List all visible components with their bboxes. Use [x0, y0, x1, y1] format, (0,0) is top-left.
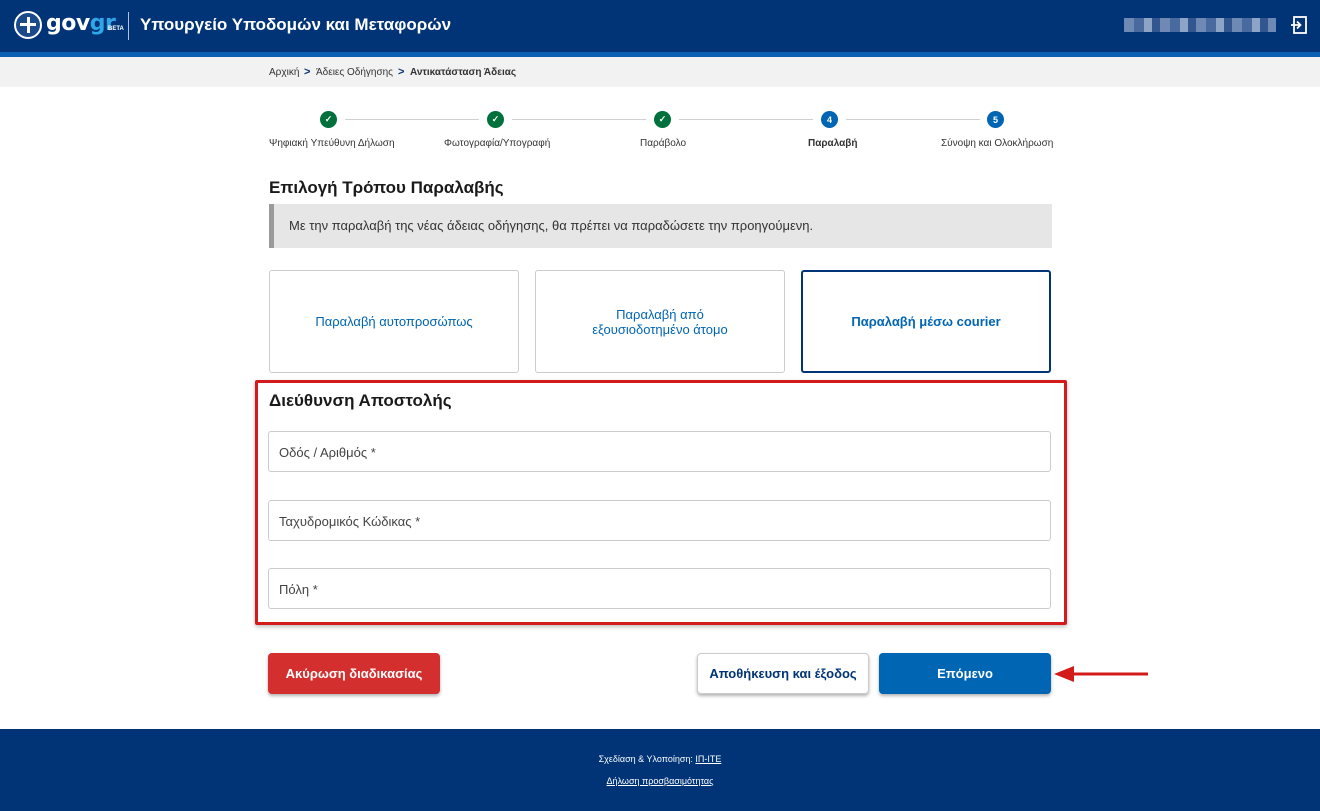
footer: Σχεδίαση & Υλοποίηση: ΙΠ-ΙΤΕ Δήλωση προσ…: [0, 729, 1320, 811]
step-label-active: Παραλαβή: [808, 138, 858, 149]
save-exit-button[interactable]: Αποθήκευση και έξοδος: [697, 653, 869, 694]
check-icon: ✓: [487, 111, 504, 128]
stepper-connector: [679, 119, 813, 120]
beta-label: BETA: [108, 26, 124, 32]
breadcrumb-current: Αντικατάσταση Άδειας: [410, 67, 517, 78]
postal-code-field[interactable]: Ταχυδρομικός Κώδικας *: [268, 500, 1051, 541]
info-notice: Με την παραλαβή της νέας άδειας οδήγησης…: [269, 204, 1052, 248]
city-field[interactable]: Πόλη *: [268, 568, 1051, 609]
breadcrumb-home[interactable]: Αρχική: [269, 67, 299, 78]
footer-credit: Σχεδίαση & Υλοποίηση: ΙΠ-ΙΤΕ: [598, 754, 722, 764]
option-in-person[interactable]: Παραλαβή αυτοπροσώπως: [269, 270, 519, 373]
top-header: govgr BETA Υπουργείο Υποδομών και Μεταφο…: [0, 0, 1320, 52]
step-number: 5: [987, 111, 1004, 128]
accessibility-link[interactable]: Δήλωση προσβασιμότητας: [0, 776, 1320, 786]
ministry-title: Υπουργείο Υποδομών και Μεταφορών: [140, 15, 452, 34]
next-button[interactable]: Επόμενο: [879, 653, 1051, 694]
option-courier[interactable]: Παραλαβή μέσω courier: [801, 270, 1051, 373]
chevron-right-icon: >: [398, 66, 405, 78]
red-arrow-icon: [1054, 666, 1148, 682]
option-authorized-person[interactable]: Παραλαβή από εξουσιοδοτημένο άτομο: [535, 270, 785, 373]
greek-emblem-icon: [14, 11, 42, 39]
stepper-connector: [345, 119, 479, 120]
city-label: Πόλη *: [279, 582, 318, 597]
cancel-button[interactable]: Ακύρωση διαδικασίας: [268, 653, 440, 694]
breadcrumb-licenses[interactable]: Άδειες Οδήγησης: [316, 67, 393, 78]
user-name-redacted: [1124, 18, 1276, 32]
footer-credit-link[interactable]: ΙΠ-ΙΤΕ: [695, 754, 721, 764]
step-label: Σύνοψη και Ολοκλήρωση: [941, 138, 1054, 149]
logout-icon[interactable]: [1291, 16, 1307, 34]
street-field[interactable]: Οδός / Αριθμός *: [268, 431, 1051, 472]
check-icon: ✓: [654, 111, 671, 128]
govgr-logo[interactable]: govgr: [46, 11, 116, 36]
page-title: Επιλογή Τρόπου Παραλαβής: [269, 178, 504, 197]
breadcrumb: [0, 57, 1320, 87]
stepper-connector: [846, 119, 980, 120]
chevron-right-icon: >: [304, 66, 311, 78]
step-number: 4: [821, 111, 838, 128]
address-title: Διεύθυνση Αποστολής: [269, 391, 452, 410]
step-label: Φωτογραφία/Υπογραφή: [444, 138, 551, 149]
street-label: Οδός / Αριθμός *: [279, 445, 376, 460]
stepper-connector: [512, 119, 646, 120]
postal-code-label: Ταχυδρομικός Κώδικας *: [279, 514, 421, 529]
check-icon: ✓: [320, 111, 337, 128]
step-label: Ψηφιακή Υπεύθυνη Δήλωση: [269, 138, 395, 149]
notice-text: Με την παραλαβή της νέας άδειας οδήγησης…: [289, 218, 814, 233]
step-label: Παράβολο: [640, 138, 687, 149]
header-divider: [128, 12, 129, 40]
